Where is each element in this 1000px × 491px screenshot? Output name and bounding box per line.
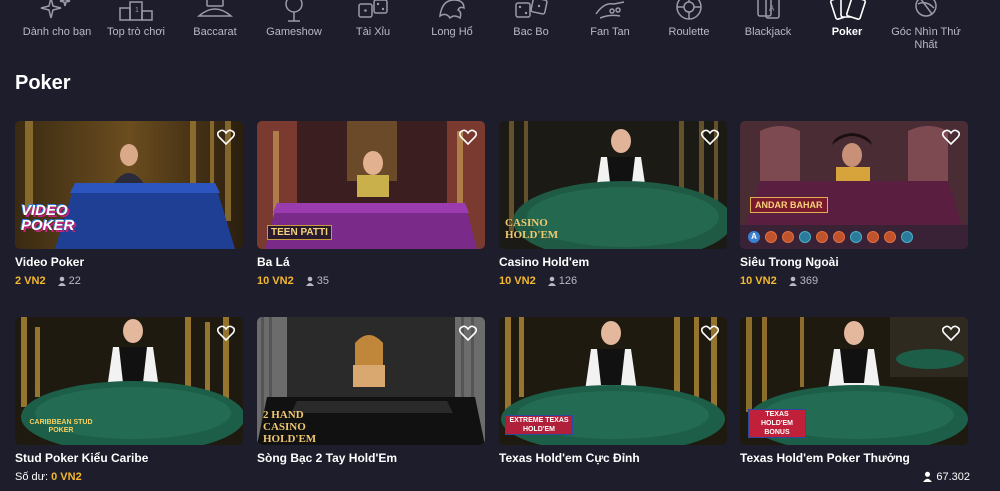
result-history: A [748, 231, 913, 243]
game-thumbnail[interactable]: 2 HAND CASINO HOLD'EM [257, 317, 485, 445]
result-dot [782, 231, 794, 243]
game-card-casino-holdem[interactable]: CASINO HOLD'EM Casino Hold'em 10 VN2 126 [499, 121, 727, 288]
result-dot [901, 231, 913, 243]
game-thumbnail[interactable]: VIDEO POKER [15, 121, 243, 249]
game-title[interactable]: Stud Poker Kiểu Caribe [15, 451, 243, 465]
min-bet: 10 VN2 [499, 275, 536, 287]
player-count: 35 [305, 275, 329, 287]
poker-cards-icon [829, 0, 867, 20]
roulette-wheel-icon [676, 0, 702, 20]
game-title[interactable]: Texas Hold'em Cực Đỉnh [499, 451, 727, 465]
min-bet: 10 VN2 [740, 275, 777, 287]
player-count-value: 22 [68, 275, 81, 287]
balance: Số dư: 0 VN2 [15, 471, 82, 483]
game-card-stud-poker[interactable]: CARIBBEAN STUD POKER Stud Poker Kiểu Car… [15, 317, 243, 465]
game-title[interactable]: Casino Hold'em [499, 255, 727, 269]
heart-icon[interactable] [459, 325, 477, 341]
result-dot [799, 231, 811, 243]
user-icon [547, 276, 556, 286]
category-goc-nhin-thu-nhat[interactable]: Góc Nhìn Thứ Nhất [880, 0, 972, 52]
player-count-value: 126 [558, 275, 578, 287]
game-card-video-poker[interactable]: VIDEO POKER Video Poker 2 VN2 22 [15, 121, 243, 288]
player-count: 126 [547, 275, 577, 287]
game-card-song-bac-2-tay[interactable]: 2 HAND CASINO HOLD'EM Sòng Bạc 2 Tay Hol… [257, 317, 485, 465]
result-dot [833, 231, 845, 243]
player-count: 369 [788, 275, 818, 287]
online-count: 67.302 [922, 471, 970, 483]
user-icon [923, 471, 933, 482]
svg-text:1: 1 [135, 7, 139, 14]
category-label: Góc Nhìn Thứ Nhất [891, 26, 961, 51]
user-icon [57, 276, 66, 286]
game-title[interactable]: Video Poker [15, 255, 243, 269]
user-icon [305, 276, 314, 286]
result-badge: A [748, 231, 760, 243]
game-meta: 10 VN2 35 [257, 274, 485, 288]
game-logo: ANDAR BAHAR [750, 197, 828, 213]
game-card-texas-holdem-thuong[interactable]: TEXAS HOLD'EM BONUS Texas Hold'em Poker … [740, 317, 968, 465]
result-dot [884, 231, 896, 243]
game-title[interactable]: Sòng Bạc 2 Tay Hold'Em [257, 451, 485, 465]
game-card-sieu-trong-ngoai[interactable]: ANDAR BAHAR A Siêu Trong Ngoài 10 VN2 36… [740, 121, 968, 288]
game-logo: 2 HAND CASINO HOLD'EM [263, 409, 317, 445]
game-card-ba-la[interactable]: TEEN PATTI Ba Lá 10 VN2 35 [257, 121, 485, 288]
game-thumbnail[interactable]: CARIBBEAN STUD POKER [15, 317, 243, 445]
balance-label: Số dư: [15, 471, 49, 483]
result-dot [816, 231, 828, 243]
game-thumbnail[interactable]: TEXAS HOLD'EM BONUS [740, 317, 968, 445]
player-count-value: 35 [316, 275, 330, 287]
user-icon [788, 276, 797, 286]
result-dot [867, 231, 879, 243]
section-title: Poker [15, 72, 71, 94]
podium-icon: 1 [119, 1, 153, 21]
baccarat-table-icon [197, 0, 233, 17]
sparkles-icon [40, 0, 71, 19]
game-thumbnail[interactable]: EXTREME TEXAS HOLD'EM [499, 317, 727, 445]
heart-icon[interactable] [701, 325, 719, 341]
game-thumbnail[interactable]: TEEN PATTI [257, 121, 485, 249]
heart-icon[interactable] [459, 129, 477, 145]
game-logo: TEXAS HOLD'EM BONUS [748, 409, 806, 438]
heart-icon[interactable] [217, 129, 235, 145]
game-logo: CARIBBEAN STUD POKER [29, 419, 93, 434]
game-meta: 10 VN2 126 [499, 274, 727, 288]
game-logo: EXTREME TEXAS HOLD'EM [505, 415, 573, 435]
player-count-value: 369 [799, 275, 819, 287]
game-meta: 10 VN2 369 [740, 274, 968, 288]
game-logo: TEEN PATTI [267, 225, 332, 240]
first-person-view-icon [915, 0, 937, 17]
game-logo: VIDEO POKER [21, 202, 75, 234]
heart-icon[interactable] [942, 129, 960, 145]
dice-icon [358, 0, 388, 18]
balance-value: 0 VN2 [51, 471, 82, 483]
fan-tan-hand-icon [595, 1, 625, 19]
game-thumbnail[interactable]: CASINO HOLD'EM [499, 121, 727, 249]
dice-pair-icon [515, 0, 548, 18]
playing-cards-icon: A [757, 0, 780, 19]
heart-icon[interactable] [942, 325, 960, 341]
game-meta: 2 VN2 22 [15, 274, 243, 288]
min-bet: 2 VN2 [15, 275, 46, 287]
game-card-texas-holdem-cuc-dinh[interactable]: EXTREME TEXAS HOLD'EM Texas Hold'em Cực … [499, 317, 727, 465]
svg-text:A: A [769, 4, 775, 13]
heart-icon[interactable] [701, 129, 719, 145]
category-bar: Dành cho bạn 1 Top trò chơi Baccarat Gam… [0, 0, 1000, 70]
result-dot [765, 231, 777, 243]
game-title[interactable]: Siêu Trong Ngoài [740, 255, 968, 269]
player-count: 22 [57, 275, 81, 287]
online-count-value: 67.302 [936, 471, 970, 483]
result-dot [850, 231, 862, 243]
game-thumbnail[interactable]: ANDAR BAHAR A [740, 121, 968, 249]
dragon-icon [439, 0, 465, 20]
microphone-icon [285, 0, 303, 22]
game-title[interactable]: Ba Lá [257, 255, 485, 269]
game-title[interactable]: Texas Hold'em Poker Thưởng [740, 451, 968, 465]
heart-icon[interactable] [217, 325, 235, 341]
game-logo: CASINO HOLD'EM [505, 217, 559, 241]
min-bet: 10 VN2 [257, 275, 294, 287]
